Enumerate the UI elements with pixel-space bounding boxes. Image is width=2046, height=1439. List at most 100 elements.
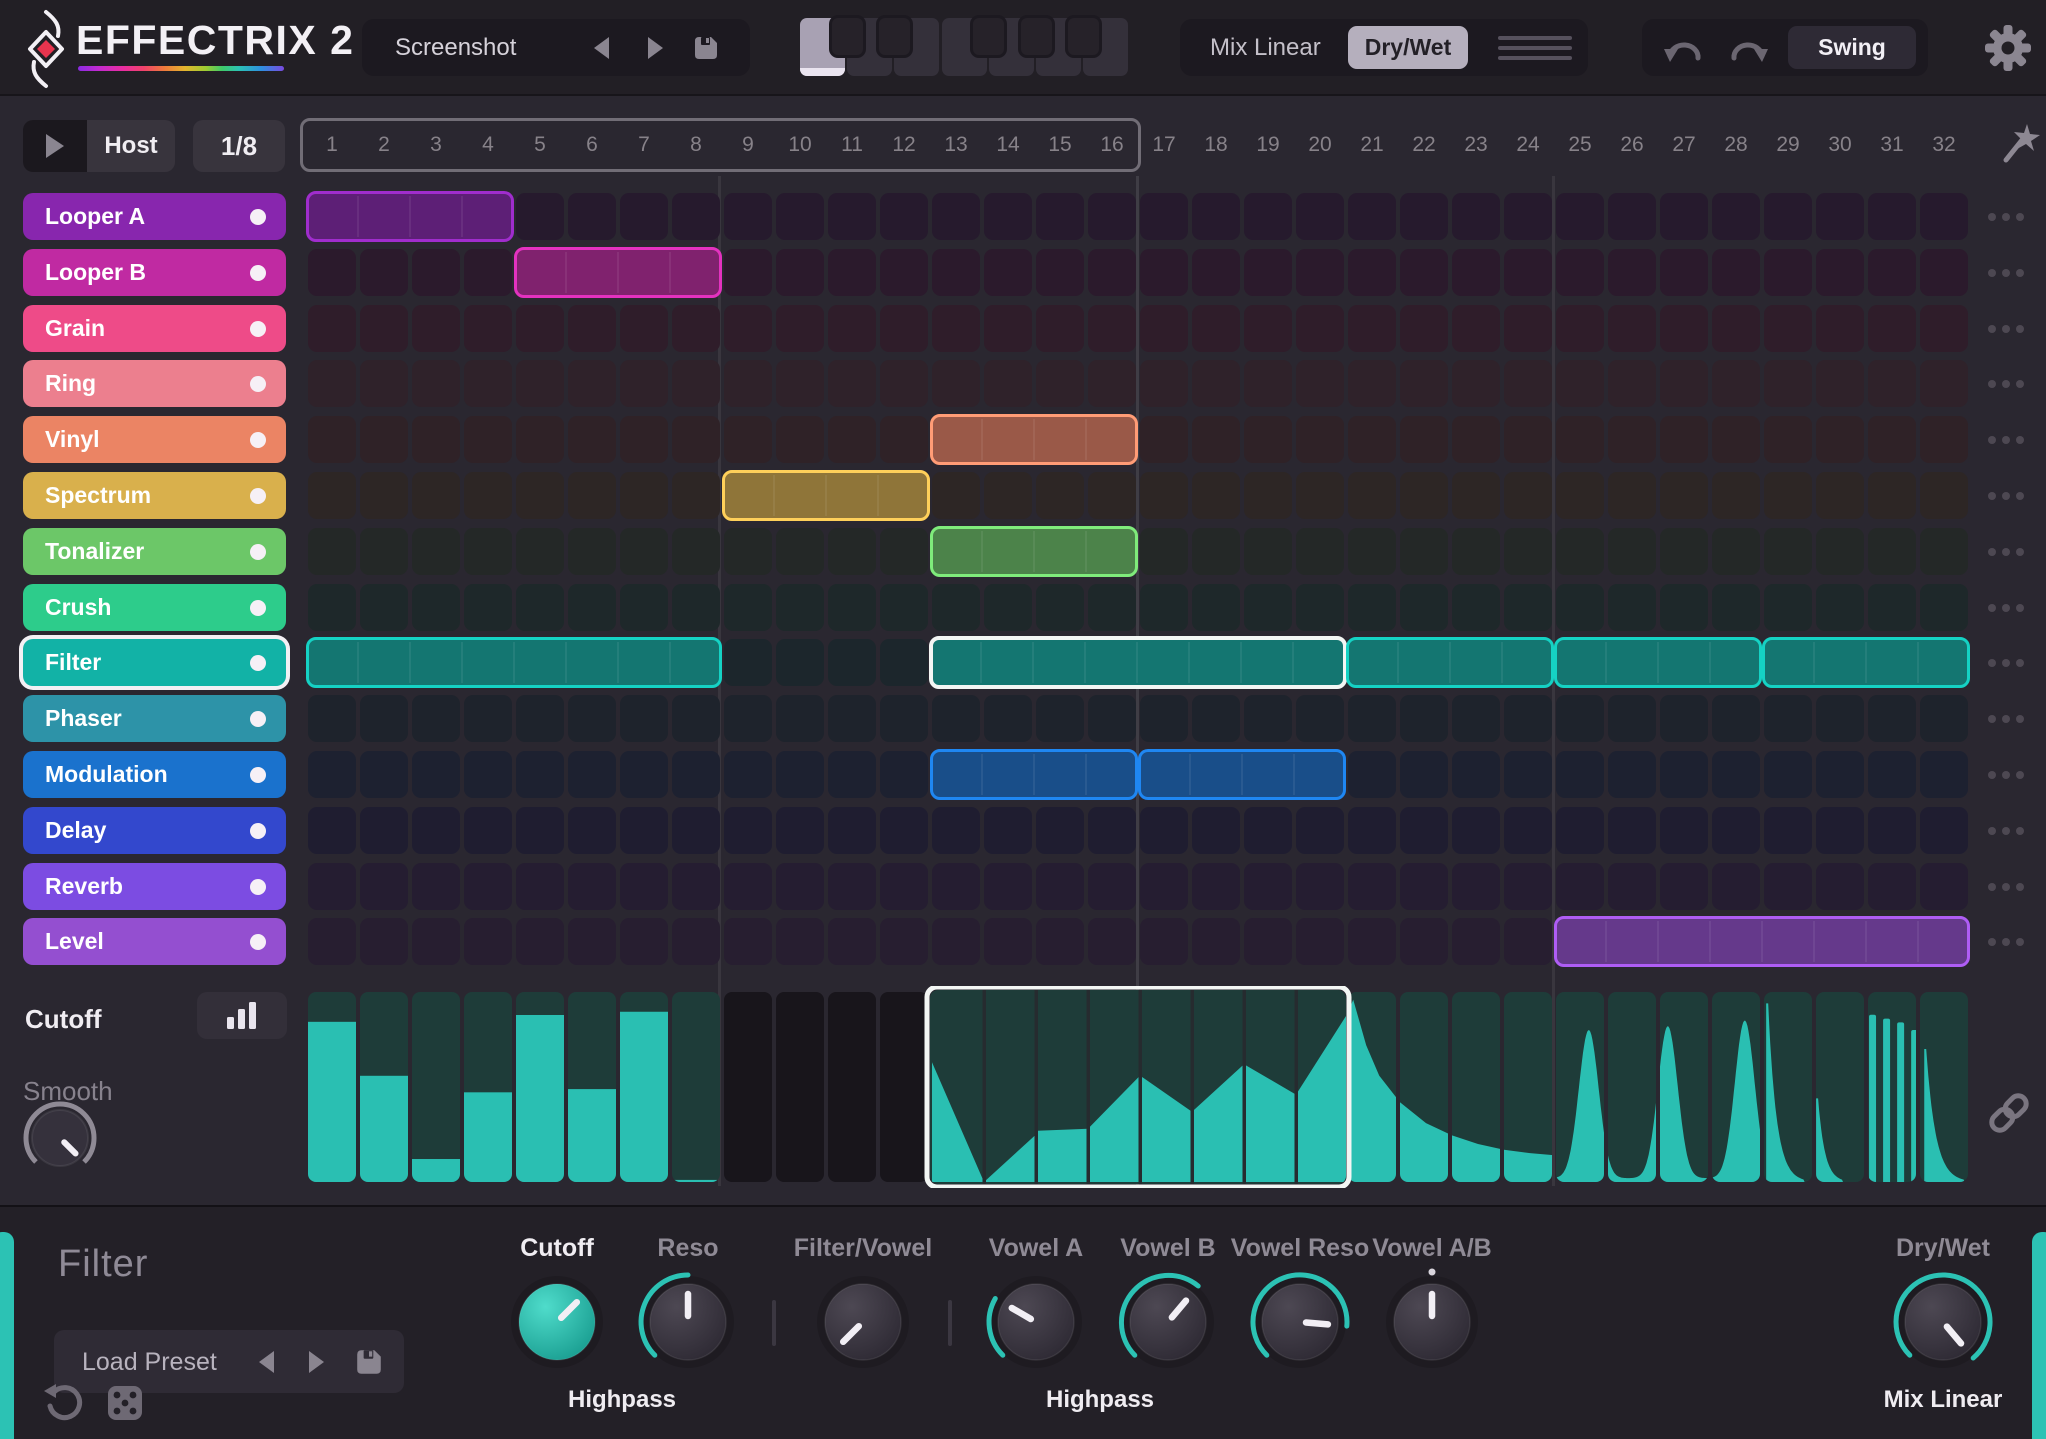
sidebar-effect-reverb[interactable]: Reverb	[23, 863, 286, 910]
grid-cell[interactable]	[1920, 193, 1968, 240]
grid-cell[interactable]	[1816, 360, 1864, 407]
grid-cell[interactable]	[1868, 305, 1916, 352]
grid-cell[interactable]	[1296, 695, 1344, 742]
grid-cell[interactable]	[1556, 695, 1604, 742]
grid-cell[interactable]	[1764, 305, 1812, 352]
timeline-step-number[interactable]: 2	[358, 133, 410, 157]
grid-cell[interactable]	[1348, 416, 1396, 463]
grid-cell[interactable]	[308, 584, 356, 631]
grid-cell[interactable]	[1816, 695, 1864, 742]
grid-cell[interactable]	[932, 918, 980, 965]
grid-cell[interactable]	[828, 695, 876, 742]
grid-cell[interactable]	[1608, 528, 1656, 575]
grid-cell[interactable]	[1192, 472, 1240, 519]
preset-next-button[interactable]	[648, 37, 663, 59]
grid-cell[interactable]	[308, 305, 356, 352]
grid-cell[interactable]	[1504, 528, 1552, 575]
sequencer-block[interactable]	[1346, 637, 1554, 688]
grid-cell[interactable]	[1348, 695, 1396, 742]
sidebar-effect-ring[interactable]: Ring	[23, 360, 286, 407]
grid-cell[interactable]	[1348, 249, 1396, 296]
grid-cell[interactable]	[1088, 360, 1136, 407]
sidebar-effect-vinyl[interactable]: Vinyl	[23, 416, 286, 463]
grid-cell[interactable]	[724, 528, 772, 575]
grid-cell[interactable]	[308, 863, 356, 910]
timeline-step-number[interactable]: 6	[566, 133, 618, 157]
grid-cell[interactable]	[776, 249, 824, 296]
grid-cell[interactable]	[1816, 472, 1864, 519]
grid-cell[interactable]	[1400, 807, 1448, 854]
effect-enable-dot[interactable]	[250, 431, 266, 448]
grid-cell[interactable]	[308, 528, 356, 575]
grid-cell[interactable]	[984, 918, 1032, 965]
grid-cell[interactable]	[1036, 695, 1084, 742]
sidebar-effect-looper-b[interactable]: Looper B	[23, 249, 286, 296]
timeline-step-number[interactable]: 18	[1190, 133, 1242, 157]
grid-cell[interactable]	[1140, 807, 1188, 854]
grid-cell[interactable]	[1608, 249, 1656, 296]
knob-vowel-a-b[interactable]	[1372, 1262, 1492, 1382]
grid-cell[interactable]	[724, 807, 772, 854]
grid-cell[interactable]	[1036, 472, 1084, 519]
grid-cell[interactable]	[1036, 807, 1084, 854]
row-options-button[interactable]	[1988, 883, 2024, 891]
grid-cell[interactable]	[1400, 305, 1448, 352]
grid-cell[interactable]	[1816, 305, 1864, 352]
grid-cell[interactable]	[1140, 528, 1188, 575]
sequencer-block[interactable]	[306, 191, 514, 242]
rate-button[interactable]: 1/8	[193, 120, 285, 172]
grid-cell[interactable]	[1140, 360, 1188, 407]
play-button[interactable]	[23, 120, 87, 172]
magic-wand-icon[interactable]	[2000, 120, 2040, 166]
grid-cell[interactable]	[1192, 360, 1240, 407]
grid-cell[interactable]	[1660, 584, 1708, 631]
grid-cell[interactable]	[464, 918, 512, 965]
sequencer-block[interactable]	[1554, 916, 1970, 967]
grid-cell[interactable]	[1036, 863, 1084, 910]
grid-cell[interactable]	[1192, 416, 1240, 463]
link-icon[interactable]	[1986, 1090, 2032, 1136]
grid-cell[interactable]	[1452, 918, 1500, 965]
grid-cell[interactable]	[1400, 584, 1448, 631]
grid-cell[interactable]	[776, 360, 824, 407]
grid-cell[interactable]	[1816, 193, 1864, 240]
piano-black-key[interactable]	[878, 18, 910, 55]
grid-cell[interactable]	[1088, 863, 1136, 910]
grid-cell[interactable]	[1348, 584, 1396, 631]
grid-cell[interactable]	[1296, 807, 1344, 854]
grid-cell[interactable]	[1140, 416, 1188, 463]
row-options-button[interactable]	[1988, 269, 2024, 277]
grid-cell[interactable]	[672, 305, 720, 352]
grid-cell[interactable]	[1036, 360, 1084, 407]
grid-cell[interactable]	[1088, 807, 1136, 854]
knob-filter-vowel[interactable]	[803, 1262, 923, 1382]
grid-cell[interactable]	[880, 416, 928, 463]
grid-cell[interactable]	[1244, 193, 1292, 240]
grid-cell[interactable]	[1504, 249, 1552, 296]
effect-enable-dot[interactable]	[250, 543, 266, 560]
piano-black-key[interactable]	[831, 18, 863, 55]
grid-cell[interactable]	[1140, 305, 1188, 352]
timeline-step-number[interactable]: 26	[1606, 133, 1658, 157]
grid-cell[interactable]	[1660, 863, 1708, 910]
grid-cell[interactable]	[620, 193, 668, 240]
grid-cell[interactable]	[1764, 193, 1812, 240]
grid-cell[interactable]	[1764, 528, 1812, 575]
grid-cell[interactable]	[672, 807, 720, 854]
sequencer-block-selected[interactable]	[929, 636, 1347, 689]
grid-cell[interactable]	[1660, 416, 1708, 463]
effect-enable-dot[interactable]	[250, 933, 266, 950]
grid-cell[interactable]	[724, 360, 772, 407]
grid-cell[interactable]	[932, 584, 980, 631]
effect-preset-next[interactable]	[309, 1351, 324, 1373]
grid-cell[interactable]	[360, 528, 408, 575]
grid-cell[interactable]	[1920, 807, 1968, 854]
grid-cell[interactable]	[724, 416, 772, 463]
grid-cell[interactable]	[1920, 305, 1968, 352]
grid-cell[interactable]	[412, 751, 460, 798]
grid-cell[interactable]	[1764, 695, 1812, 742]
sidebar-effect-crush[interactable]: Crush	[23, 584, 286, 631]
grid-cell[interactable]	[1556, 305, 1604, 352]
grid-cell[interactable]	[724, 751, 772, 798]
knob-dry-wet[interactable]	[1883, 1262, 2003, 1382]
